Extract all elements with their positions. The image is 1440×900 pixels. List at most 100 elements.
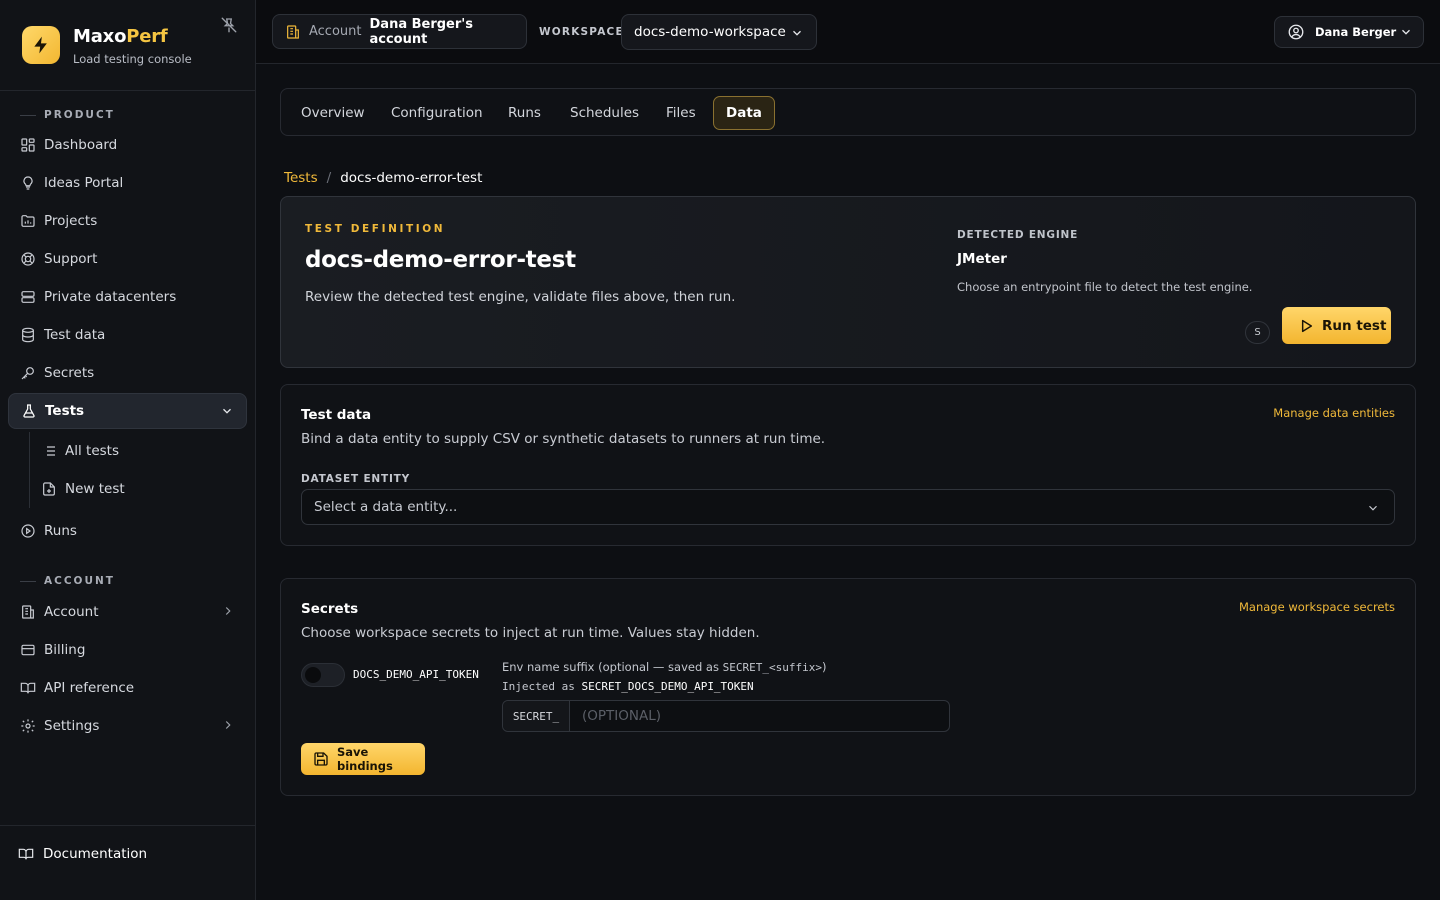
workspace-label: WORKSPACE <box>539 26 624 38</box>
brand-name-part2: Perf <box>126 26 168 47</box>
breadcrumb-tests-link[interactable]: Tests <box>284 170 318 186</box>
chevron-down-icon <box>1366 501 1380 515</box>
brand-subtitle: Load testing console <box>73 52 192 66</box>
lightbulb-icon <box>20 175 36 191</box>
tab-runs[interactable]: Runs <box>496 96 553 130</box>
suffix-label: Env name suffix (optional — saved as SEC… <box>502 660 826 674</box>
sidebar-item-private-datacenters[interactable]: Private datacenters <box>8 279 247 315</box>
injected-as-text: Injected as SECRET_DOCS_DEMO_API_TOKEN <box>502 680 754 693</box>
definition-kicker: TEST DEFINITION <box>305 223 446 235</box>
breadcrumb-separator: / <box>326 170 332 186</box>
sidebar-item-account[interactable]: Account <box>8 594 247 630</box>
tab-schedules[interactable]: Schedules <box>558 96 651 130</box>
account-switcher[interactable]: Account Dana Berger's account <box>272 14 527 49</box>
dataset-entity-label: DATASET ENTITY <box>301 473 411 485</box>
sidebar-item-label: Dashboard <box>44 137 118 153</box>
secret-name: DOCS_DEMO_API_TOKEN <box>353 668 479 681</box>
sidebar-item-support[interactable]: Support <box>8 241 247 277</box>
account-name: Dana Berger's account <box>369 16 474 47</box>
sidebar-item-dashboard[interactable]: Dashboard <box>8 127 247 163</box>
tab-data[interactable]: Data <box>713 96 775 130</box>
sidebar-item-label: Ideas Portal <box>44 175 124 191</box>
manage-data-entities-link[interactable]: Manage data entities <box>1273 406 1395 420</box>
dataset-entity-select[interactable]: Select a data entity... <box>301 489 1395 525</box>
sidebar-item-label: Billing <box>44 642 86 658</box>
sidebar-item-runs[interactable]: Runs <box>8 513 247 549</box>
breadcrumb-current: docs-demo-error-test <box>340 170 483 186</box>
sidebar-footer: Documentation <box>0 825 255 900</box>
sidebar-item-label: Test data <box>44 327 106 343</box>
secrets-card: Secrets Choose workspace secrets to inje… <box>280 578 1416 796</box>
sidebar: MaxoPerf Load testing console PRODUCT Da… <box>0 0 256 900</box>
engine-hint: Choose an entrypoint file to detect the … <box>957 280 1253 294</box>
save-bindings-button[interactable]: Save bindings <box>301 743 425 775</box>
dataset-entity-placeholder: Select a data entity... <box>314 499 458 515</box>
secrets-description: Choose workspace secrets to inject at ru… <box>301 625 760 641</box>
sidebar-subitem-all-tests[interactable]: All tests <box>30 434 240 468</box>
unpin-sidebar-icon[interactable] <box>220 16 238 34</box>
run-test-button[interactable]: Run test <box>1282 307 1391 344</box>
tab-overview[interactable]: Overview <box>289 96 377 130</box>
topbar: Account Dana Berger's account WORKSPACE … <box>256 0 1440 64</box>
sidebar-item-test-data[interactable]: Test data <box>8 317 247 353</box>
tab-files[interactable]: Files <box>654 96 708 130</box>
sidebar-item-label: Settings <box>44 718 100 734</box>
workspace-value: docs-demo-workspace <box>634 24 786 40</box>
sidebar-item-label: API reference <box>44 680 135 696</box>
building-icon <box>20 604 36 620</box>
suffix-label-mono: SECRET_<suffix> <box>722 661 822 674</box>
test-data-card: Test data Bind a data entity to supply C… <box>280 384 1416 546</box>
section-label-product-text: PRODUCT <box>44 109 115 121</box>
tab-configuration[interactable]: Configuration <box>379 96 495 130</box>
secret-toggle[interactable] <box>301 663 345 687</box>
sidebar-item-projects[interactable]: Projects <box>8 203 247 239</box>
sidebar-item-api-reference[interactable]: API reference <box>8 670 247 706</box>
documentation-link[interactable]: Documentation <box>18 846 147 862</box>
chevron-down-icon[interactable] <box>220 404 234 418</box>
section-label-account-text: ACCOUNT <box>44 575 115 587</box>
documentation-label: Documentation <box>43 846 148 862</box>
user-menu[interactable]: Dana Berger <box>1274 16 1424 48</box>
book-open-icon <box>20 680 36 696</box>
dashboard-icon <box>20 137 36 153</box>
chevron-right-icon[interactable] <box>221 718 235 732</box>
user-name: Dana Berger <box>1315 25 1397 39</box>
run-test-label: Run test <box>1322 317 1387 334</box>
section-label-account: ACCOUNT <box>20 575 115 587</box>
sidebar-item-ideas-portal[interactable]: Ideas Portal <box>8 165 247 201</box>
sidebar-subitem-new-test[interactable]: New test <box>30 472 240 506</box>
folder-chart-icon <box>20 213 36 229</box>
engine-value: JMeter <box>957 251 1007 267</box>
breadcrumb: Tests / docs-demo-error-test <box>284 170 482 186</box>
chevron-down-icon <box>790 26 804 40</box>
key-icon <box>20 365 36 381</box>
list-icon <box>41 443 57 459</box>
keyboard-shortcut-badge: S <box>1245 321 1270 344</box>
save-icon <box>313 751 329 767</box>
user-avatar-icon <box>1287 23 1305 41</box>
suffix-input[interactable] <box>570 701 949 731</box>
brand-name: MaxoPerf <box>73 26 168 47</box>
chevron-down-icon <box>1399 25 1413 39</box>
sidebar-subitem-label: New test <box>65 481 125 497</box>
chevron-right-icon[interactable] <box>221 604 235 618</box>
suffix-input-group: SECRET_ <box>502 700 950 732</box>
test-tabs: Overview Configuration Runs Schedules Fi… <box>280 88 1416 136</box>
sidebar-item-tests[interactable]: Tests <box>8 393 247 429</box>
play-icon <box>1298 318 1314 334</box>
server-icon <box>20 289 36 305</box>
gear-icon <box>20 718 36 734</box>
sidebar-item-billing[interactable]: Billing <box>8 632 247 668</box>
logo-bolt-icon[interactable] <box>22 26 60 64</box>
file-plus-icon <box>41 481 57 497</box>
sidebar-item-secrets[interactable]: Secrets <box>8 355 247 391</box>
page-title: docs-demo-error-test <box>305 247 576 273</box>
save-bindings-label: Save bindings <box>337 745 393 773</box>
workspace-select[interactable]: docs-demo-workspace <box>621 14 817 50</box>
credit-card-icon <box>20 642 36 658</box>
sidebar-item-settings[interactable]: Settings <box>8 708 247 744</box>
secrets-title: Secrets <box>301 601 359 617</box>
suffix-label-end: ) <box>821 660 827 674</box>
manage-workspace-secrets-link[interactable]: Manage workspace secrets <box>1239 600 1395 614</box>
section-label-product: PRODUCT <box>20 109 115 121</box>
